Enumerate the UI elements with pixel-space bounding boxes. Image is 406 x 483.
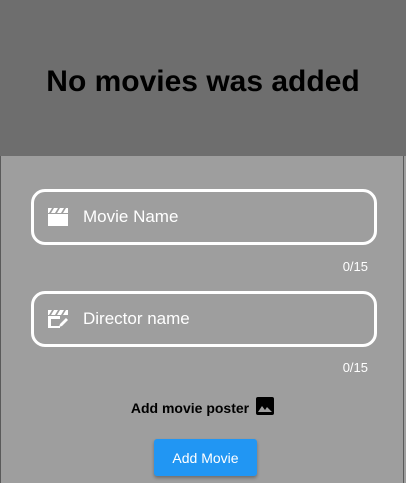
movie-name-input[interactable]: [83, 207, 343, 227]
add-poster-label: Add movie poster: [130, 400, 250, 416]
director-name-input[interactable]: [83, 309, 343, 329]
movie-name-counter: 0/15: [342, 259, 368, 274]
movie-clapper-icon: [45, 204, 71, 230]
movie-name-field[interactable]: [31, 189, 377, 245]
app-header: No movies was added: [0, 0, 406, 156]
add-movie-button[interactable]: Add Movie: [154, 439, 257, 476]
image-icon[interactable]: [255, 396, 275, 421]
movie-edit-icon: [45, 306, 71, 332]
add-poster-row[interactable]: Add movie poster: [0, 396, 406, 421]
director-name-counter: 0/15: [342, 360, 368, 375]
director-name-field[interactable]: [31, 291, 377, 347]
page-title: No movies was added: [46, 65, 360, 98]
